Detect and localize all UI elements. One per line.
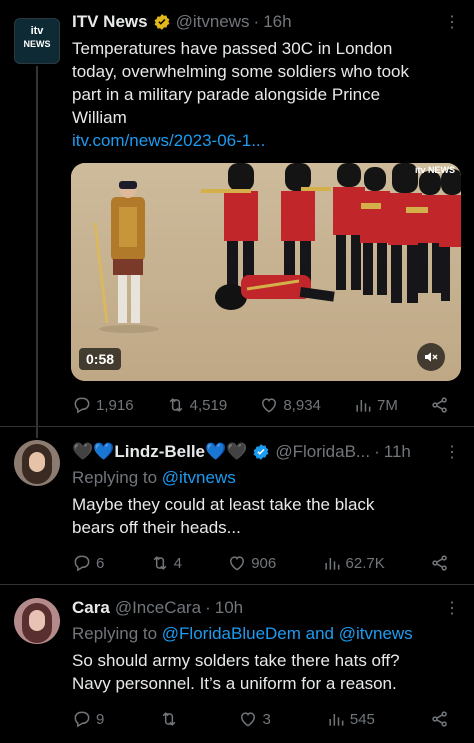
views-button[interactable]: 62.7K <box>322 553 385 573</box>
views-button[interactable]: 545 <box>326 709 375 729</box>
reply-header: Cara @InceCara · 10h <box>72 597 243 619</box>
reply-button[interactable]: 9 <box>72 709 104 729</box>
verified-blue-icon <box>252 443 270 461</box>
reply-text-line: Maybe they could at least take the black <box>72 495 375 514</box>
itv-news-watermark: itv NEWS <box>414 165 455 175</box>
like-count: 906 <box>251 554 277 572</box>
retweet-count: 4,519 <box>189 396 228 414</box>
more-options-icon[interactable]: ⋮ <box>444 12 460 32</box>
divider <box>0 426 474 427</box>
like-count: 8,934 <box>283 396 321 414</box>
reply-actions: 6 4 906 62.7K <box>72 552 450 574</box>
reply-header: 🖤💙Lindz-Belle💙🖤 @FloridaB... · 11h <box>72 441 411 463</box>
more-options-icon[interactable]: ⋮ <box>444 598 460 618</box>
retweet-icon <box>169 398 183 412</box>
timestamp[interactable]: 16h <box>263 12 291 32</box>
news-logo: NEWS <box>23 39 51 49</box>
reply-button[interactable]: 6 <box>72 553 104 573</box>
share-button[interactable] <box>430 395 450 415</box>
face-shape <box>29 452 45 472</box>
like-button[interactable]: 3 <box>238 709 271 729</box>
itv-news-avatar[interactable]: itv NEWS <box>14 18 60 64</box>
tweet-actions: 1,916 4,519 8,934 7M <box>72 394 450 416</box>
cara-avatar[interactable] <box>14 598 60 644</box>
reply-count: 1,916 <box>96 396 134 414</box>
verified-gold-icon <box>153 13 171 31</box>
retweet-button[interactable]: 4 <box>150 553 182 573</box>
separator: · <box>253 12 260 31</box>
timestamp[interactable]: 10h <box>215 598 243 618</box>
views-chart-icon <box>329 714 344 726</box>
replying-to: Replying to @FloridaBlueDem and @itvnews <box>72 622 413 645</box>
reply-icon <box>74 555 90 572</box>
like-button[interactable]: 906 <box>227 553 276 573</box>
views-chart-icon <box>324 558 339 570</box>
handle[interactable]: @InceCara <box>115 598 201 618</box>
views-chart-icon <box>356 400 371 412</box>
share-icon <box>432 555 447 571</box>
reply-button[interactable]: 1,916 <box>72 395 134 415</box>
face-shape <box>29 610 45 631</box>
timestamp[interactable]: 11h <box>384 442 411 462</box>
like-button[interactable]: 8,934 <box>259 395 321 415</box>
handle[interactable]: @itvnews <box>176 12 250 32</box>
retweet-icon <box>163 712 176 726</box>
share-button[interactable] <box>430 553 450 573</box>
display-name[interactable]: ITV News <box>72 12 148 32</box>
video-duration: 0:58 <box>79 348 122 370</box>
heart-icon <box>241 712 256 727</box>
tweet-text-line: today, overwhelming some soldiers who to… <box>72 62 410 81</box>
view-count: 62.7K <box>345 554 385 572</box>
share-icon <box>432 711 447 727</box>
thread-line <box>36 66 38 438</box>
tweet-text-line: William <box>72 108 127 127</box>
video-player[interactable]: itv NEWS 0:58 <box>71 163 461 381</box>
retweet-button[interactable]: 4,519 <box>166 395 228 415</box>
muted-speaker-icon <box>425 352 438 362</box>
reply-icon <box>74 711 90 728</box>
replying-to-link[interactable]: @FloridaBlueDem and @itvnews <box>162 624 413 643</box>
divider <box>0 584 474 585</box>
reply-count: 6 <box>96 554 105 572</box>
heart-icon <box>262 398 277 413</box>
reply-text: So should army solders take there hats o… <box>72 649 462 695</box>
mute-button[interactable] <box>417 343 445 371</box>
view-count: 545 <box>349 710 375 728</box>
reply-actions: 9 3 545 <box>72 708 450 730</box>
replying-to-label: Replying to <box>72 468 162 487</box>
replying-to-label: Replying to <box>72 624 162 643</box>
reply-count: 9 <box>96 710 105 728</box>
itv-logo: itv <box>30 25 44 37</box>
separator: · <box>205 598 211 617</box>
reply-text: Maybe they could at least take the black… <box>72 493 462 539</box>
tweet-text-line: Temperatures have passed 30C in London <box>72 39 393 58</box>
reply-text-line: So should army solders take there hats o… <box>72 651 400 670</box>
separator: · <box>374 442 380 461</box>
video-thumbnail <box>71 163 461 381</box>
article-link[interactable]: itv.com/news/2023-06-1... <box>72 129 462 152</box>
tweet-header: ITV News @itvnews · 16h <box>72 11 292 33</box>
like-count: 3 <box>262 710 271 728</box>
retweet-count: 4 <box>173 554 182 572</box>
replying-to-link[interactable]: @itvnews <box>162 468 236 487</box>
reply-text-line: bears off their heads... <box>72 518 241 537</box>
reply-text-line: Navy personnel. It’s a uniform for a rea… <box>72 674 397 693</box>
views-button[interactable]: 7M <box>353 395 398 415</box>
reply-icon <box>74 397 90 414</box>
display-name[interactable]: 🖤💙Lindz-Belle💙🖤 <box>72 442 247 462</box>
retweet-icon <box>153 556 166 570</box>
display-name[interactable]: Cara <box>72 598 110 618</box>
replying-to: Replying to @itvnews <box>72 466 236 489</box>
tweet-text: Temperatures have passed 30C in London t… <box>72 37 462 152</box>
handle[interactable]: @FloridaB... <box>275 442 370 462</box>
lindz-belle-avatar[interactable] <box>14 440 60 486</box>
heart-icon <box>230 556 245 571</box>
share-button[interactable] <box>430 709 450 729</box>
more-options-icon[interactable]: ⋮ <box>444 442 460 462</box>
retweet-button[interactable] <box>159 709 183 729</box>
share-icon <box>432 397 447 413</box>
view-count: 7M <box>377 396 398 414</box>
tweet-text-line: part in a military parade alongside Prin… <box>72 85 381 104</box>
